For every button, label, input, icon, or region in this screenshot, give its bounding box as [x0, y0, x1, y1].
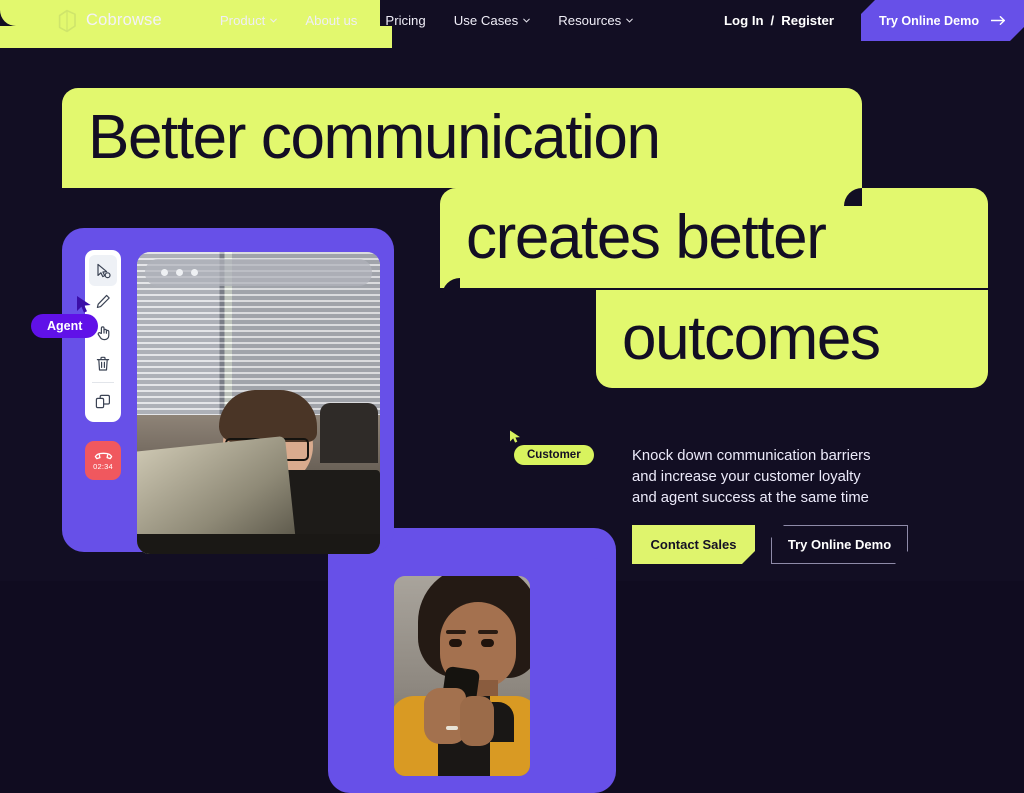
customer-photo-ring: [446, 726, 458, 730]
auth-separator: /: [770, 13, 775, 28]
login-link[interactable]: Log In: [724, 13, 764, 28]
agent-badge[interactable]: Agent: [31, 314, 99, 338]
call-timer: 02:34: [93, 462, 113, 471]
hero-cta-group: Contact Sales Try Online Demo: [632, 525, 908, 564]
browser-dot-3: [191, 269, 198, 276]
nav-item-about-us-label: About us: [305, 13, 358, 28]
nav-item-resources-label: Resources: [558, 13, 622, 28]
nav-item-about-us[interactable]: About us: [305, 13, 357, 28]
tool-trash-delete[interactable]: [89, 348, 117, 379]
tool-cursor-select[interactable]: [89, 255, 117, 286]
nav-item-pricing[interactable]: Pricing: [385, 13, 425, 28]
customer-photo-eye-left: [449, 639, 462, 647]
arrow-right-icon: [991, 16, 1006, 25]
hero-headline-line-3: outcomes: [596, 290, 988, 388]
browser-dot-2: [176, 269, 183, 276]
chevron-down-icon: [523, 18, 531, 23]
hero-paragraph: Knock down communication barriers and in…: [632, 446, 871, 509]
customer-photo-hand-right: [460, 696, 494, 746]
customer-cursor-icon: [510, 430, 520, 443]
chevron-down-icon: [270, 18, 278, 23]
hangup-phone-icon: [94, 452, 112, 460]
hero-headline-line-1: Better communication: [62, 88, 862, 188]
nav-item-pricing-label: Pricing: [385, 13, 426, 28]
trash-delete-icon: [96, 356, 110, 371]
cobrowse-logo-icon: [58, 9, 76, 32]
pen-draw-icon: [96, 294, 110, 308]
auth-links: Log In / Register: [724, 13, 834, 28]
hero-headline-line-2: creates better: [440, 188, 988, 288]
brand-name: Cobrowse: [86, 11, 162, 29]
nav-item-product-label: Product: [219, 13, 266, 28]
register-link[interactable]: Register: [781, 13, 834, 28]
browser-chrome-bar: [145, 259, 372, 286]
nav-item-resources[interactable]: Resources: [558, 13, 634, 28]
nav-item-use-cases-label: Use Cases: [453, 13, 519, 28]
hero-paragraph-line-3: and agent success at the same time: [632, 490, 869, 506]
agent-photo-chair: [320, 403, 378, 463]
agent-cursor-icon: [77, 296, 91, 313]
end-call-button[interactable]: 02:34: [85, 441, 121, 480]
hero-paragraph-line-2: and increase your customer loyalty: [632, 469, 861, 485]
brand-logo-link[interactable]: Cobrowse: [57, 9, 162, 33]
try-online-demo-button[interactable]: Try Online Demo: [771, 525, 908, 564]
agent-photo-hair: [219, 390, 317, 442]
contact-sales-button[interactable]: Contact Sales: [632, 525, 755, 564]
cursor-select-icon: [96, 263, 111, 278]
toolbar-divider: [92, 382, 114, 383]
chevron-down-icon: [626, 18, 634, 23]
nav-item-use-cases[interactable]: Use Cases: [454, 13, 531, 28]
agent-photo-desk: [137, 534, 380, 554]
try-online-demo-label: Try Online Demo: [878, 13, 980, 28]
tool-screen-share[interactable]: [89, 386, 117, 417]
customer-video-tile: [394, 576, 530, 776]
try-online-demo-button-top[interactable]: Try Online Demo: [861, 0, 1024, 41]
screen-share-icon: [95, 394, 110, 409]
hero-paragraph-line-1: Knock down communication barriers: [632, 448, 871, 464]
customer-badge[interactable]: Customer: [514, 445, 594, 465]
nav-item-product[interactable]: Product: [219, 13, 278, 28]
browser-dot-1: [161, 269, 168, 276]
customer-photo-brow-right: [478, 630, 498, 634]
top-navigation-bar: Cobrowse Product About us Pricing Use Ca…: [0, 0, 1024, 41]
customer-photo-eye-right: [481, 639, 494, 647]
customer-photo-brow-left: [446, 630, 466, 634]
nav-links: Product About us Pricing Use Cases Resou…: [219, 13, 634, 28]
agent-screen-share: [137, 252, 380, 554]
